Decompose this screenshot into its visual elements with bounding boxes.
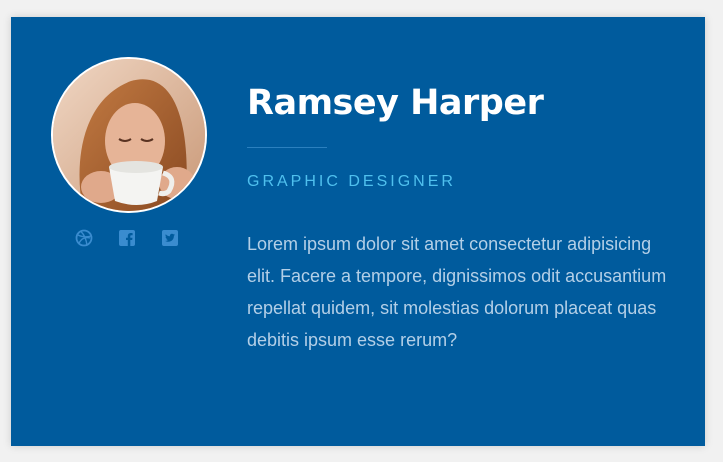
dribbble-icon: [75, 229, 93, 247]
social-links: [75, 229, 185, 247]
profile-name: Ramsey Harper: [247, 83, 544, 123]
divider: [247, 147, 327, 148]
profile-bio: Lorem ipsum dolor sit amet consectetur a…: [247, 234, 667, 350]
facebook-link[interactable]: [118, 229, 136, 247]
profile-role: GRAPHIC DESIGNER: [247, 173, 456, 190]
twitter-icon: [162, 230, 178, 246]
dribbble-link[interactable]: [75, 229, 93, 247]
profile-card: Ramsey Harper GRAPHIC DESIGNER Lorem ips…: [11, 17, 705, 446]
profile-photo: [53, 59, 205, 211]
facebook-icon: [119, 230, 135, 246]
twitter-link[interactable]: [161, 229, 179, 247]
avatar: [51, 57, 207, 213]
